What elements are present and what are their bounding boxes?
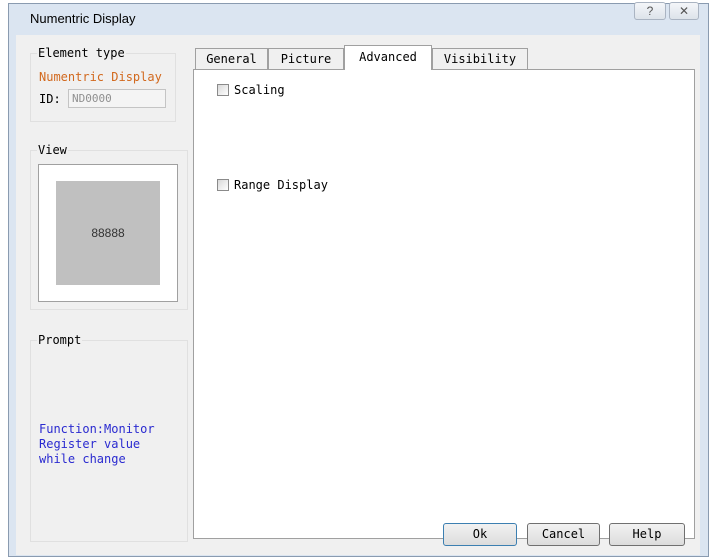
advanced-tab-panel <box>193 69 695 539</box>
close-button[interactable]: ✕ <box>669 2 699 20</box>
id-label: ID: <box>39 92 61 106</box>
view-label: View <box>37 143 68 157</box>
ok-button[interactable]: Ok <box>443 523 517 546</box>
preview-display: 88888 <box>56 181 160 285</box>
range-display-label: Range Display <box>234 178 328 192</box>
prompt-label: Prompt <box>37 333 83 347</box>
element-type-name: Numentric Display <box>39 70 162 84</box>
help-title-button[interactable]: ? <box>634 2 666 20</box>
element-type-group <box>30 53 176 122</box>
prompt-text: Function:Monitor Register value while ch… <box>39 422 155 467</box>
tab-picture[interactable]: Picture <box>268 48 344 69</box>
close-icon: ✕ <box>678 4 690 18</box>
element-type-label: Element type <box>37 46 126 60</box>
scaling-checkbox[interactable] <box>217 84 229 96</box>
tab-visibility[interactable]: Visibility <box>432 48 528 69</box>
range-display-checkbox[interactable] <box>217 179 229 191</box>
help-button[interactable]: Help <box>609 523 685 546</box>
prompt-line: Function:Monitor <box>39 422 155 436</box>
id-field: ND0000 <box>68 89 166 108</box>
tab-general[interactable]: General <box>195 48 268 69</box>
scaling-label: Scaling <box>234 83 285 97</box>
tab-advanced[interactable]: Advanced <box>344 45 432 70</box>
prompt-line: Register value <box>39 437 141 451</box>
prompt-line: while change <box>39 452 126 466</box>
cancel-button[interactable]: Cancel <box>527 523 600 546</box>
question-icon: ? <box>646 4 654 18</box>
window-title: Numentric Display <box>30 11 136 26</box>
